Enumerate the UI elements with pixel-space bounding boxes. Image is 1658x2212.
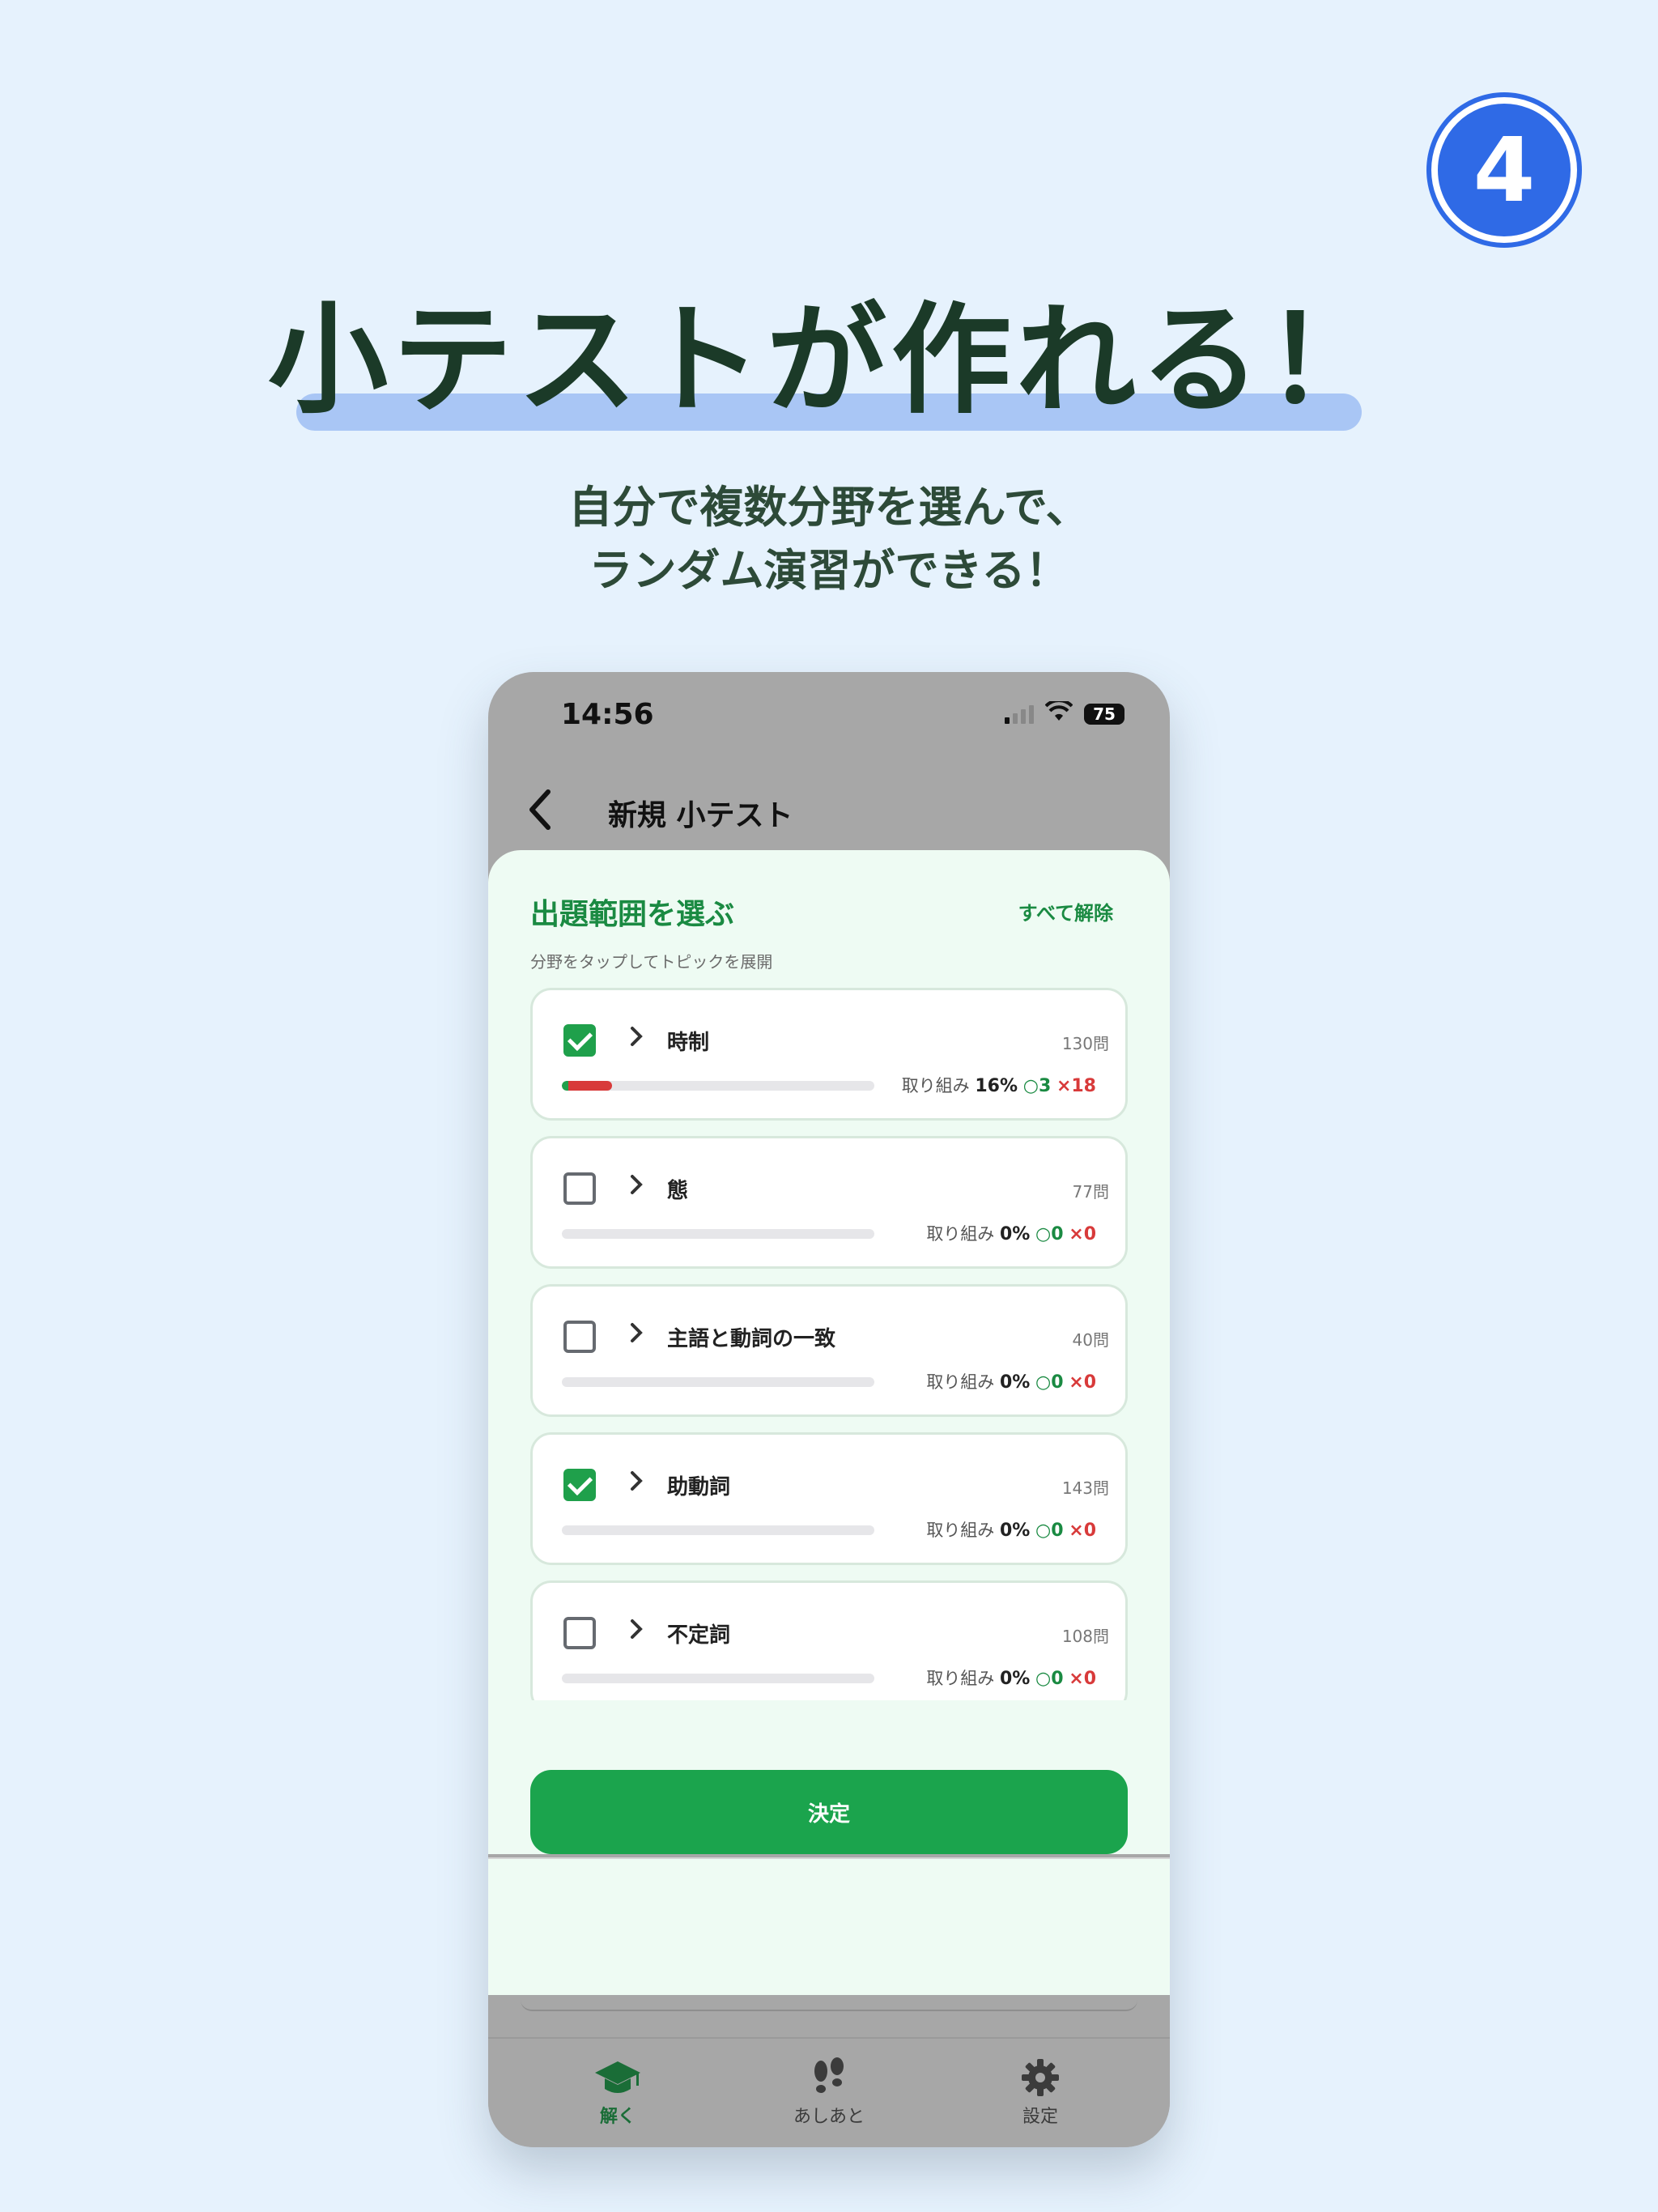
wrong-count: ×0 — [1069, 1521, 1096, 1541]
topic-name: 不定詞 — [667, 1623, 731, 1648]
topic-card-voice[interactable]: 態 77問 取り組み 0% ○0 ×0 — [530, 1136, 1128, 1269]
status-indicators: 75 — [1005, 699, 1124, 727]
graduation-cap-icon — [537, 2057, 699, 2099]
question-count: 40問 — [1072, 1330, 1109, 1350]
nav-title: 新規 小テスト — [608, 799, 793, 832]
progress-stats: 取り組み 0% ○0 ×0 — [926, 1221, 1096, 1245]
wrong-count: ×18 — [1056, 1076, 1096, 1096]
subtitle-line-1: 自分で複数分野を選んで、 — [568, 482, 1090, 533]
topic-list[interactable]: 時制 130問 取り組み 16% ○3 ×18 態 77問 取り組み 0% ○0… — [530, 988, 1128, 1700]
subtitle-line-2: ランダム演習ができる！ — [589, 545, 1069, 596]
status-time: 14:56 — [561, 698, 654, 731]
correct-count: ○0 — [1035, 1521, 1064, 1541]
progress-bar — [562, 1081, 874, 1091]
progress-stats: 取り組み 16% ○3 ×18 — [902, 1073, 1096, 1097]
phone-screen: 14:56 75 新規 小テスト 出題範囲を選ぶ すべて解除 分野をタップしてト… — [488, 672, 1170, 2147]
topic-card-tense[interactable]: 時制 130問 取り組み 16% ○3 ×18 — [530, 988, 1128, 1121]
progress-percent: 0% — [1000, 1224, 1031, 1244]
progress-label: 取り組み — [926, 1521, 995, 1540]
footprints-icon — [748, 2057, 910, 2099]
tab-label: 設定 — [1022, 2107, 1058, 2127]
progress-percent: 0% — [1000, 1372, 1031, 1393]
chevron-right-icon[interactable] — [628, 1024, 644, 1054]
progress-percent: 0% — [1000, 1521, 1031, 1541]
sheet-hint: 分野をタップしてトピックを展開 — [530, 952, 773, 972]
progress-bar — [562, 1674, 874, 1683]
progress-bar — [562, 1525, 874, 1535]
topic-checkbox[interactable] — [563, 1024, 596, 1057]
tab-footprints[interactable]: あしあと — [748, 2057, 910, 2128]
progress-stats: 取り組み 0% ○0 ×0 — [926, 1665, 1096, 1690]
topic-checkbox[interactable] — [563, 1321, 596, 1353]
topic-card-auxiliary-verbs[interactable]: 助動詞 143問 取り組み 0% ○0 ×0 — [530, 1432, 1128, 1565]
headline-block: 小テストが作れる！ — [0, 291, 1658, 437]
progress-label: 取り組み — [926, 1224, 995, 1244]
correct-count: ○3 — [1022, 1076, 1052, 1096]
chevron-right-icon[interactable] — [628, 1617, 644, 1647]
topic-card-agreement[interactable]: 主語と動詞の一致 40問 取り組み 0% ○0 ×0 — [530, 1284, 1128, 1417]
question-count: 143問 — [1061, 1478, 1109, 1498]
topic-picker-sheet: 出題範囲を選ぶ すべて解除 分野をタップしてトピックを展開 時制 130問 取り… — [488, 850, 1170, 1854]
subtitle: 自分で複数分野を選んで、 ランダム演習ができる！ — [0, 476, 1658, 602]
question-count: 130問 — [1061, 1034, 1109, 1053]
topic-name: 態 — [667, 1179, 689, 1203]
wrong-count: ×0 — [1069, 1669, 1096, 1689]
chevron-right-icon[interactable] — [628, 1469, 644, 1499]
sheet-lower-area — [488, 1857, 1170, 1995]
decide-button[interactable]: 決定 — [530, 1770, 1128, 1854]
wrong-count: ×0 — [1069, 1372, 1096, 1393]
gear-icon — [959, 2057, 1121, 2099]
chevron-right-icon[interactable] — [628, 1172, 644, 1202]
progress-label: 取り組み — [926, 1669, 995, 1688]
question-count: 77問 — [1072, 1182, 1109, 1202]
progress-bar-fill — [562, 1081, 612, 1091]
topic-checkbox[interactable] — [563, 1469, 596, 1501]
progress-bar — [562, 1377, 874, 1387]
wrong-count: ×0 — [1069, 1224, 1096, 1244]
topic-name: 主語と動詞の一致 — [667, 1327, 836, 1351]
progress-label: 取り組み — [901, 1076, 970, 1095]
topic-checkbox[interactable] — [563, 1172, 596, 1205]
correct-count: ○0 — [1035, 1372, 1064, 1393]
tab-label: 解く — [599, 2107, 636, 2127]
correct-count: ○0 — [1035, 1669, 1064, 1689]
topic-checkbox[interactable] — [563, 1617, 596, 1649]
tab-label: あしあと — [793, 2107, 865, 2127]
tab-solve[interactable]: 解く — [537, 2057, 699, 2128]
battery-icon: 75 — [1084, 704, 1124, 725]
tab-settings[interactable]: 設定 — [959, 2057, 1121, 2128]
background-card-edge — [521, 1997, 1137, 2011]
progress-bar — [562, 1229, 874, 1239]
chevron-right-icon[interactable] — [628, 1321, 644, 1351]
topic-name: 助動詞 — [667, 1475, 731, 1499]
progress-label: 取り組み — [926, 1372, 995, 1392]
progress-percent: 16% — [975, 1076, 1018, 1096]
cellular-signal-icon — [1005, 704, 1034, 724]
topic-card-infinitives[interactable]: 不定詞 108問 取り組み 0% ○0 ×0 — [530, 1580, 1128, 1700]
progress-percent: 0% — [1000, 1669, 1031, 1689]
back-chevron-icon[interactable] — [524, 787, 556, 840]
clear-all-button[interactable]: すべて解除 — [1018, 897, 1113, 925]
wifi-icon — [1044, 699, 1073, 727]
progress-stats: 取り組み 0% ○0 ×0 — [926, 1369, 1096, 1393]
step-number-badge: 4 — [1431, 97, 1577, 243]
question-count: 108問 — [1061, 1627, 1109, 1646]
correct-count: ○0 — [1035, 1224, 1064, 1244]
headline: 小テストが作れる！ — [268, 291, 1390, 430]
topic-name: 時制 — [667, 1031, 710, 1055]
sheet-title: 出題範囲を選ぶ — [530, 898, 735, 931]
tab-bar: 解く あしあと 設定 — [488, 2037, 1170, 2147]
progress-stats: 取り組み 0% ○0 ×0 — [926, 1517, 1096, 1542]
